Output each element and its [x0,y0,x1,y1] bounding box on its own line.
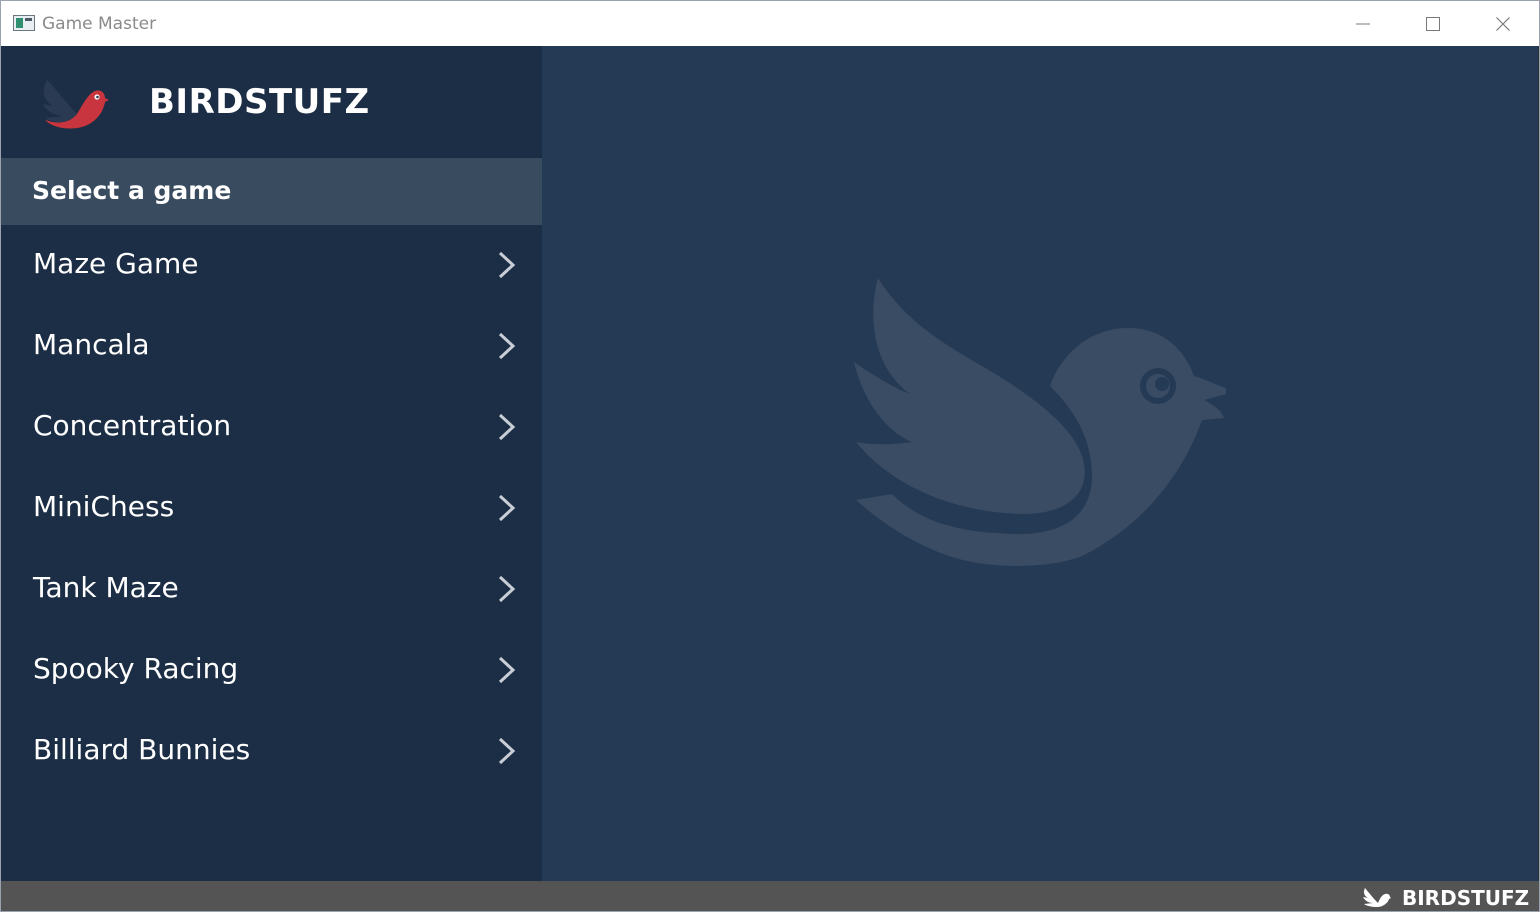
game-item-label: Mancala [33,328,150,361]
chevron-right-icon [498,251,516,279]
chevron-right-icon [498,737,516,765]
brand-header: BIRDSTUFZ [1,46,542,158]
minimize-button[interactable] [1328,1,1398,46]
chevron-right-icon [498,413,516,441]
game-list: Maze Game Mancala Concentration MiniChes… [1,225,542,792]
game-item-concentration[interactable]: Concentration [1,387,542,468]
app-window-icon [13,15,35,31]
chevron-right-icon [498,332,516,360]
close-icon [1496,16,1510,31]
game-item-label: Spooky Racing [33,652,239,685]
game-item-spooky-racing[interactable]: Spooky Racing [1,630,542,711]
chevron-right-icon [498,494,516,522]
game-item-tank-maze[interactable]: Tank Maze [1,549,542,630]
brand-name: BIRDSTUFZ [149,82,370,122]
app-window: Game Master BIRDSTUFZ Select a game Maze… [0,0,1540,912]
game-item-mancala[interactable]: Mancala [1,306,542,387]
game-item-billiard-bunnies[interactable]: Billiard Bunnies [1,711,542,792]
title-bar[interactable]: Game Master [1,1,1539,46]
bird-watermark-icon [854,278,1226,566]
chevron-right-icon [498,656,516,684]
game-item-label: MiniChess [33,490,175,523]
minimize-icon [1356,23,1370,24]
bird-logo-icon [1363,888,1391,907]
section-header: Select a game [1,158,542,225]
section-title: Select a game [32,176,232,205]
sidebar: BIRDSTUFZ Select a game Maze Game Mancal… [1,46,542,881]
game-item-label: Concentration [33,409,232,442]
main-content [542,46,1539,881]
maximize-icon [1426,16,1440,31]
window-title: Game Master [42,14,157,34]
game-item-minichess[interactable]: MiniChess [1,468,542,549]
game-item-label: Maze Game [33,247,199,280]
close-button[interactable] [1468,1,1538,46]
game-item-label: Billiard Bunnies [33,733,251,766]
chevron-right-icon [498,575,516,603]
status-brand-name: BIRDSTUFZ [1402,886,1530,910]
status-bar: BIRDSTUFZ [1,881,1539,911]
game-item-maze-game[interactable]: Maze Game [1,225,542,306]
game-item-label: Tank Maze [33,571,179,604]
bird-logo-icon [43,80,109,129]
maximize-button[interactable] [1398,1,1468,46]
